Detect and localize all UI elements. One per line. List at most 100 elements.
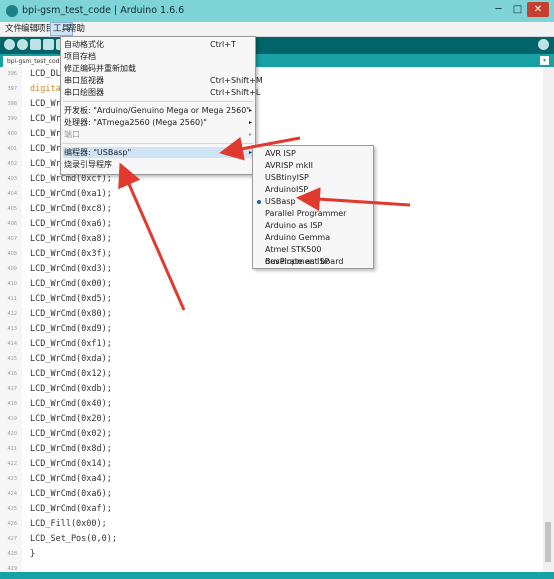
code-text: LCD_WrCmd(0x40); [30,399,112,409]
minimize-button[interactable]: ─ [490,2,507,17]
tab-sketch[interactable]: bpi-gsm_test_code [3,56,68,67]
programmer-option-label: Arduino Gemma [265,233,331,242]
line-number: 413 [7,326,17,332]
verify-icon[interactable] [4,39,15,50]
code-line[interactable]: 410 LCD_WrCmd(0x00); [0,277,543,292]
programmer-option-label: ArduinoISP [265,185,309,194]
code-text: LCD_WrCmd(0xd3); [30,264,112,274]
code-line[interactable]: 416 LCD_WrCmd(0x12); [0,367,543,382]
programmer-option[interactable]: Atmel STK500 development board [255,244,371,266]
programmer-option[interactable]: Arduino Gemma [255,232,371,244]
code-line[interactable]: 419 LCD_WrCmd(0x20); [0,412,543,427]
line-number: 418 [7,401,17,407]
tab-menu-button[interactable]: ▾ [540,56,549,65]
code-text: LCD_Fill(0x00); [30,519,107,529]
menu-item-fix-encoding[interactable]: 修正编码并重新加载 [63,63,253,74]
code-line[interactable]: 417 LCD_WrCmd(0xdb); [0,382,543,397]
code-text: LCD_WrCmd(0xc8); [30,204,112,214]
code-line[interactable]: 418 LCD_WrCmd(0x40); [0,397,543,412]
code-text: } [30,549,36,559]
programmer-option[interactable]: ArduinoISP [255,184,371,196]
programmer-option[interactable]: USBasp [255,196,371,208]
line-number: 425 [7,506,17,512]
code-text: LCD_WrCmd(0xa8); [30,234,112,244]
menu-item-archive-sketch[interactable]: 项目存档 [63,51,253,62]
code-line[interactable]: 428} [0,547,543,562]
new-icon[interactable] [30,39,41,50]
menu-item-processor[interactable]: 处理器: "ATmega2560 (Mega 2560)" ▸ [63,117,253,128]
line-number: 414 [7,341,17,347]
code-line[interactable]: 424 LCD_WrCmd(0xa6); [0,487,543,502]
code-line[interactable]: 413 LCD_WrCmd(0xd9); [0,322,543,337]
arduino-app-icon [6,5,18,17]
code-text: LCD_Wr [30,99,61,109]
scrollbar-thumb[interactable] [545,522,551,562]
line-number: 420 [7,431,17,437]
line-number: 406 [7,221,17,227]
code-line[interactable]: 414 LCD_WrCmd(0xf1); [0,337,543,352]
menu-item-serial-monitor[interactable]: 串口监视器 Ctrl+Shift+M [63,75,263,86]
line-number: 427 [7,536,17,542]
code-line[interactable]: 426 LCD_Fill(0x00); [0,517,543,532]
code-text: LCD_WrCmd(0xaf); [30,504,112,514]
code-line[interactable]: 411 LCD_WrCmd(0xd5); [0,292,543,307]
code-text: LCD_WrCmd(0xa6); [30,489,112,499]
menu-item-port[interactable]: 端口 ▸ [63,129,253,140]
code-text: LCD_DL [30,69,61,79]
code-text: LCD_WrCmd(0xcf); [30,174,112,184]
tools-menu: 自动格式化 Ctrl+T 项目存档 修正编码并重新加载 串口监视器 Ctrl+Shi… [60,36,263,175]
close-button[interactable]: ✕ [527,2,549,17]
line-number: 402 [7,161,17,167]
programmer-option[interactable]: USBtinyISP [255,172,371,184]
line-number: 399 [7,116,17,122]
line-number: 426 [7,521,17,527]
code-text: LCD_WrCmd(0xa6); [30,219,112,229]
open-icon[interactable] [43,39,54,50]
line-number: 396 [7,71,17,77]
menu-item-serial-plotter[interactable]: 串口绘图器 Ctrl+Shift+L [63,87,260,98]
programmer-option-label: BusPirate as ISP [265,257,330,266]
programmer-option[interactable]: Parallel Programmer [255,208,371,220]
code-text: LCD_WrCmd(0xdb); [30,384,112,394]
line-number: 428 [7,551,17,557]
line-number: 422 [7,461,17,467]
code-line[interactable]: 412 LCD_WrCmd(0x80); [0,307,543,322]
line-number: 411 [7,296,17,302]
code-line[interactable]: 421 LCD_WrCmd(0x8d); [0,442,543,457]
code-text: LCD_WrCmd(0x02); [30,429,112,439]
code-text: digita [30,84,61,94]
menu-item-programmer[interactable]: 编程器: "USBasp" ▸ [63,147,253,158]
code-text: LCD_WrCmd(0xf1); [30,339,112,349]
line-number: 408 [7,251,17,257]
vertical-scrollbar[interactable] [543,67,554,572]
line-number: 410 [7,281,17,287]
programmer-option-label: AVRISP mkII [265,161,313,170]
code-line[interactable]: 420 LCD_WrCmd(0x02); [0,427,543,442]
upload-icon[interactable] [17,39,28,50]
code-line[interactable]: 423 LCD_WrCmd(0xa4); [0,472,543,487]
code-text: LCD_Wr [30,144,61,154]
code-line[interactable]: 415 LCD_WrCmd(0xda); [0,352,543,367]
line-number: 423 [7,476,17,482]
code-line[interactable]: 425 LCD_WrCmd(0xaf); [0,502,543,517]
submenu-arrow-icon: ▸ [249,131,253,138]
code-text: LCD_WrCmd(0xa4); [30,474,112,484]
serial-monitor-icon[interactable] [538,39,549,50]
programmer-option[interactable]: AVR ISP [255,148,371,160]
line-number: 424 [7,491,17,497]
code-text: LCD_WrCmd(0x14); [30,459,112,469]
menu-item-burn-bootloader[interactable]: 烧录引导程序 [63,159,253,170]
programmer-option[interactable]: AVRISP mkII [255,160,371,172]
code-text: LCD_WrCmd(0x12); [30,369,112,379]
programmer-option[interactable]: Arduino as ISP [255,220,371,232]
menu-item-auto-format[interactable]: 自动格式化 Ctrl+T [63,39,253,50]
line-number: 398 [7,101,17,107]
menu-help[interactable]: 帮助 [66,23,87,35]
code-line[interactable]: 427 LCD_Set_Pos(0,0); [0,532,543,547]
code-line[interactable]: 422 LCD_WrCmd(0x14); [0,457,543,472]
maximize-button[interactable]: □ [509,2,526,17]
menu-item-board[interactable]: 开发板: "Arduino/Genuino Mega or Mega 2560"… [63,105,253,116]
programmer-option[interactable]: BusPirate as ISP [255,256,371,268]
code-text: LCD_WrCmd(0x00); [30,279,112,289]
line-number: 415 [7,356,17,362]
